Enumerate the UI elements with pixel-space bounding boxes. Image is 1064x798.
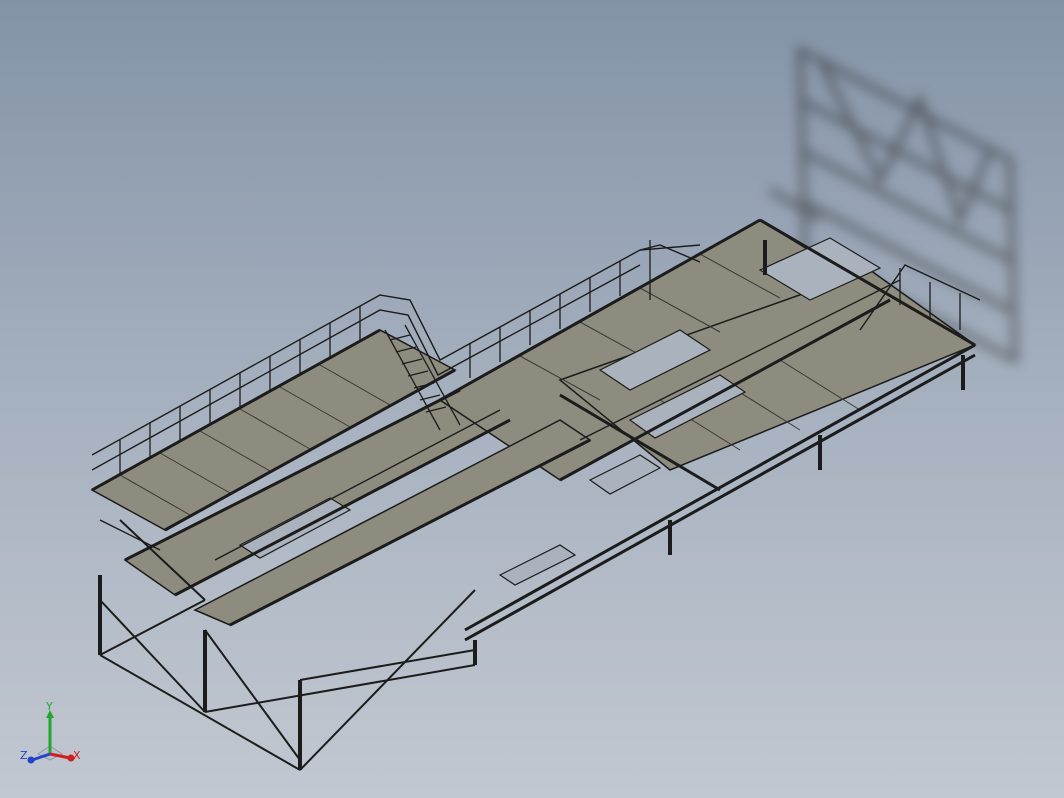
z-axis-label: Z [20, 749, 28, 762]
y-axis-label: Y [46, 700, 53, 713]
x-axis-label: X [73, 749, 81, 762]
axis-triad[interactable]: Y X Z [18, 700, 86, 772]
3d-viewport[interactable]: Y X Z [0, 0, 1064, 798]
